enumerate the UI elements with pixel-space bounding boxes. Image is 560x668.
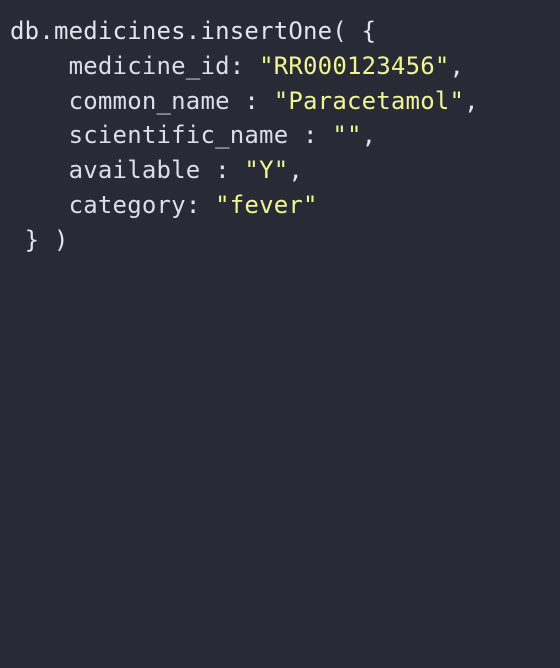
code-token-open: ( {: [332, 17, 376, 45]
code-token-db: db: [10, 17, 39, 45]
code-token-close: } ): [10, 226, 69, 254]
code-val-available: "Y": [244, 156, 288, 184]
code-comma: ,: [450, 52, 465, 80]
code-val-common-name: "Paracetamol": [274, 87, 464, 115]
code-token-method: .medicines.insertOne: [39, 17, 332, 45]
code-val-category: "fever": [215, 191, 318, 219]
code-key-scientific-name: scientific_name: [69, 121, 303, 149]
code-val-medicine-id: "RR000123456": [259, 52, 449, 80]
code-key-medicine-id: medicine_id: [69, 52, 230, 80]
code-block: db.medicines.insertOne( { medicine_id: "…: [0, 0, 560, 272]
code-comma: ,: [464, 87, 479, 115]
code-key-common-name: common_name: [69, 87, 245, 115]
code-comma: ,: [362, 121, 377, 149]
code-colon: :: [186, 191, 215, 219]
code-comma: ,: [288, 156, 303, 184]
code-colon: :: [303, 121, 332, 149]
code-val-scientific-name: "": [332, 121, 361, 149]
code-key-available: available: [69, 156, 216, 184]
code-key-category: category: [69, 191, 186, 219]
code-colon: :: [244, 87, 273, 115]
code-colon: :: [215, 156, 244, 184]
code-colon: :: [230, 52, 259, 80]
